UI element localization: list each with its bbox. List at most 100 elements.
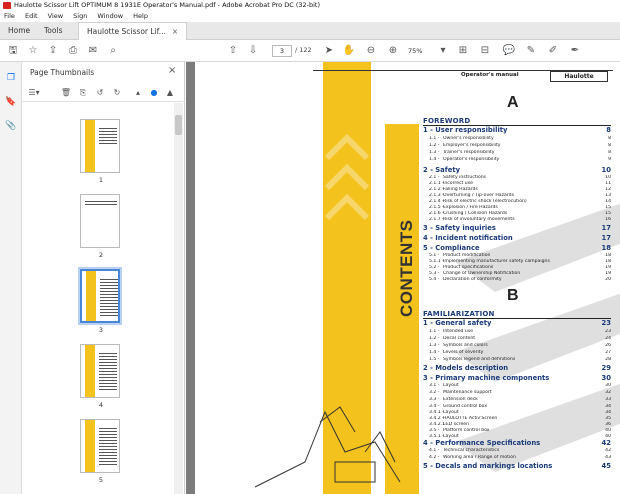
close-panel-icon[interactable]: ×: [168, 65, 176, 76]
menu-view[interactable]: View: [48, 12, 63, 20]
star-icon[interactable]: ☆: [26, 44, 40, 58]
toc-entry[interactable]: 1.4 - Levels of severity 27: [429, 350, 611, 356]
hand-tool-icon[interactable]: ✋: [342, 44, 356, 58]
toc-num: 5.3 -: [429, 271, 440, 276]
toc-section[interactable]: 3 - Primary machine components 30: [423, 374, 611, 382]
email-icon[interactable]: ✉: [86, 44, 100, 58]
highlight-pen-icon[interactable]: ✎: [524, 44, 538, 58]
toc-section-title: 5 - Compliance: [423, 244, 480, 252]
page-number-input[interactable]: 3: [272, 45, 292, 57]
thumbnail-page-1[interactable]: [80, 119, 120, 173]
toc-text: Extension deck: [443, 397, 478, 402]
toc-entry[interactable]: 1.2 - Decal content 24: [429, 336, 611, 342]
select-cursor-icon[interactable]: ➤: [322, 44, 336, 58]
comment-icon[interactable]: 💬: [502, 44, 516, 58]
zoom-dropdown-chevron-icon[interactable]: ▾: [436, 44, 450, 58]
options-menu-icon[interactable]: ☰▾: [28, 87, 40, 99]
toc-entry[interactable]: 1.4 - Operator's responsibility 9: [429, 157, 611, 163]
toc-text: Product modification: [443, 253, 491, 258]
page-down-icon[interactable]: ⇩: [246, 44, 260, 58]
toc-text: Trainer's responsibility: [443, 150, 495, 155]
toc-section[interactable]: 2 - Models description 29: [423, 364, 611, 372]
thumbnail-page-2[interactable]: [80, 194, 120, 248]
menu-help[interactable]: Help: [133, 12, 148, 20]
toc-text: Symbols and colors: [443, 343, 488, 348]
tab-home[interactable]: Home: [0, 22, 38, 40]
insert-page-icon[interactable]: ⎘: [77, 87, 89, 99]
toc-page: 19: [605, 265, 611, 270]
menu-edit[interactable]: Edit: [25, 12, 38, 20]
scroll-mode-icon[interactable]: ⊟: [478, 44, 492, 58]
toc-num: 5.4 -: [429, 277, 440, 282]
toc-entry[interactable]: 1.1 - Intended use 23: [429, 329, 611, 335]
acrobat-logo-icon: [3, 2, 11, 9]
toc-entry[interactable]: 3.3 - Extension deck 33: [429, 397, 611, 403]
zoom-in-icon[interactable]: ⊕: [386, 44, 400, 58]
thumbnail-size-slider-icon[interactable]: ●: [148, 87, 160, 99]
tab-tools[interactable]: Tools: [36, 22, 70, 40]
toc-entry[interactable]: 5.4 - Declaration of conformity 20: [429, 277, 611, 283]
menu-window[interactable]: Window: [97, 12, 123, 20]
toc-section[interactable]: 4 - Performance Specifications 42: [423, 439, 611, 447]
toc-section[interactable]: 3 - Safety inquiries 17: [423, 224, 611, 232]
toc-text: Overturning / Tip-over Hazards: [443, 193, 514, 198]
machine-sketch-illustration: [254, 406, 401, 488]
delete-page-icon[interactable]: 🗑: [60, 87, 72, 99]
toc-num: 1.3 -: [429, 150, 440, 155]
search-icon[interactable]: ⌕: [106, 44, 120, 58]
fit-page-icon[interactable]: ⊞: [456, 44, 470, 58]
toc-entry[interactable]: 1.1 - Owner's responsibility 8: [429, 136, 611, 142]
zoom-level-select[interactable]: 75%: [408, 45, 438, 57]
toc-section[interactable]: 4 - Incident notification 17: [423, 234, 611, 242]
page-up-icon[interactable]: ⇧: [226, 44, 240, 58]
draw-icon[interactable]: ✐: [546, 44, 560, 58]
menu-file[interactable]: File: [4, 12, 15, 20]
page-total: / 122: [295, 46, 312, 54]
tab-document[interactable]: Haulotte Scissor Lif... ×: [78, 22, 188, 41]
toc-entry[interactable]: 1.3 - Trainer's responsibility 8: [429, 150, 611, 156]
attachments-icon[interactable]: 📎: [5, 120, 17, 132]
thumbnails-scrollbar[interactable]: [174, 103, 183, 494]
toc-section[interactable]: 2 - Safety 10: [423, 166, 611, 174]
toc-section[interactable]: 1 - General safety 23: [423, 319, 611, 327]
toc-entry[interactable]: 4.1 - Technical characteristics 42: [429, 448, 611, 454]
menu-sign[interactable]: Sign: [73, 12, 87, 20]
toc-entry[interactable]: 1.5 - Symbols legend and definitions 28: [429, 357, 611, 363]
zoom-out-icon[interactable]: ⊖: [364, 44, 378, 58]
toc-entry[interactable]: 1.3 - Symbols and colors 26: [429, 343, 611, 349]
thumbnail-page-5[interactable]: [80, 419, 120, 473]
toc-section-title: 4 - Incident notification: [423, 234, 513, 242]
rotate-ccw-icon[interactable]: ↺: [94, 87, 106, 99]
toc-section-title: 2 - Safety: [423, 166, 461, 174]
toc-entry[interactable]: 2.1.7 -Risk of involuntary movements 16: [429, 217, 611, 223]
print-icon[interactable]: ⎙: [66, 44, 80, 58]
toc-section[interactable]: 1 - User responsibility 8: [423, 126, 611, 134]
toc-page: 29: [601, 364, 611, 372]
toc-page: 23: [605, 329, 611, 334]
toc-entry[interactable]: 1.2 - Employer's responsibility 8: [429, 143, 611, 149]
close-tab-icon[interactable]: ×: [172, 27, 178, 36]
rotate-cw-icon[interactable]: ↻: [111, 87, 123, 99]
thumbnail-page-4[interactable]: [80, 344, 120, 398]
toc-section-title: 5 - Decals and markings locations: [423, 462, 553, 470]
thumbnail-page-3[interactable]: [78, 267, 122, 325]
toc-entry[interactable]: 3.2 - Maintenance support 32: [429, 390, 611, 396]
toc-section[interactable]: 5 - Compliance 18: [423, 244, 611, 252]
toc-section[interactable]: 5 - Decals and markings locations 45: [423, 462, 611, 470]
toc-text: Crushing / Collision Hazards: [443, 211, 508, 216]
chevron-decoration: [324, 133, 370, 161]
toc-entry[interactable]: 3.1 - Layout 30: [429, 383, 611, 389]
save-icon[interactable]: 🖫: [6, 44, 20, 58]
sign-icon[interactable]: ✒: [568, 44, 582, 58]
document-view[interactable]: Operator's manual Haulotte CONTENTS A FO…: [186, 62, 620, 494]
toc-entry[interactable]: 4.2 - Working area / Range of motion 43: [429, 455, 611, 461]
bookmarks-icon[interactable]: 🔖: [5, 96, 17, 108]
toc-page: 34: [605, 410, 611, 415]
zoom-thumb-large-icon[interactable]: ▲: [164, 87, 176, 99]
page-thumbnails-icon[interactable]: ❐: [5, 72, 17, 84]
toc-page: 13: [605, 193, 611, 198]
toc-page: 42: [605, 448, 611, 453]
zoom-thumb-small-icon[interactable]: ▴: [132, 87, 144, 99]
scrollbar-thumb[interactable]: [175, 115, 182, 135]
upload-icon[interactable]: ⇪: [46, 44, 60, 58]
